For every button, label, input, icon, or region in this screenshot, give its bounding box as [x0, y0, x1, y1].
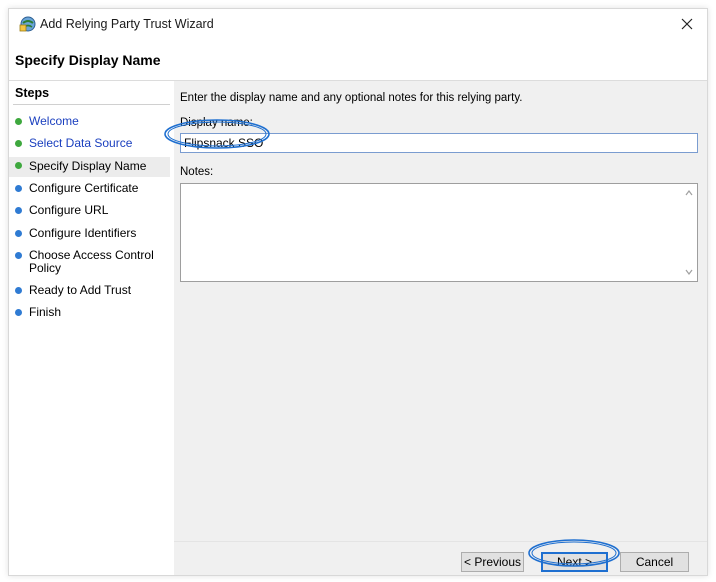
notes-field[interactable] [180, 183, 698, 285]
display-name-input[interactable] [180, 133, 698, 153]
window-title: Add Relying Party Trust Wizard [40, 17, 214, 31]
next-button[interactable]: Next > [541, 552, 608, 572]
wizard-icon [19, 15, 37, 33]
step-status-icon [15, 185, 22, 192]
step-finish: Finish [9, 305, 170, 323]
step-label: Ready to Add Trust [29, 283, 132, 297]
steps-divider [13, 104, 170, 105]
step-label: Welcome [29, 114, 79, 128]
step-label: Specify Display Name [29, 159, 147, 173]
step-label: Configure Certificate [29, 181, 139, 195]
cancel-button[interactable]: Cancel [620, 552, 689, 572]
step-configure-url: Configure URL [9, 203, 170, 221]
step-configure-certificate: Configure Certificate [9, 181, 170, 199]
step-status-icon [15, 162, 22, 169]
step-status-icon [15, 118, 22, 125]
close-icon [681, 18, 693, 30]
step-status-icon [15, 309, 22, 316]
content-panel: Enter the display name and any optional … [174, 81, 707, 575]
step-label: Configure URL [29, 203, 109, 217]
steps-title: Steps [15, 86, 50, 100]
step-status-icon [15, 230, 22, 237]
instruction-text: Enter the display name and any optional … [180, 92, 523, 104]
step-ready-to-add-trust: Ready to Add Trust [9, 283, 170, 301]
step-label: Select Data Source [29, 136, 133, 150]
close-button[interactable] [667, 9, 707, 39]
notes-textarea[interactable] [181, 184, 685, 285]
step-status-icon [15, 252, 22, 259]
button-bar-divider [174, 541, 707, 542]
steps-panel: Steps Welcome Select Data Source Specify… [9, 81, 170, 575]
page-title: Specify Display Name [15, 52, 161, 68]
step-label: Configure Identifiers [29, 226, 137, 240]
chevron-down-icon[interactable] [685, 268, 693, 276]
wizard-window: Add Relying Party Trust Wizard Specify D… [8, 8, 708, 576]
step-specify-display-name: Specify Display Name [9, 157, 170, 177]
previous-button[interactable]: < Previous [461, 552, 524, 572]
notes-scrollbar[interactable] [681, 184, 697, 281]
step-status-icon [15, 287, 22, 294]
title-bar: Add Relying Party Trust Wizard [9, 9, 707, 39]
step-status-icon [15, 140, 22, 147]
step-welcome[interactable]: Welcome [9, 114, 170, 132]
step-label: Finish [29, 305, 62, 319]
step-select-data-source[interactable]: Select Data Source [9, 136, 170, 154]
step-status-icon [15, 207, 22, 214]
chevron-up-icon[interactable] [685, 189, 693, 197]
step-label: Choose Access Control Policy [29, 248, 154, 275]
step-choose-access-control-policy: Choose Access Control Policy [9, 248, 170, 278]
notes-label: Notes: [180, 166, 214, 178]
display-name-label: Display name: [180, 117, 253, 129]
step-configure-identifiers: Configure Identifiers [9, 226, 170, 244]
